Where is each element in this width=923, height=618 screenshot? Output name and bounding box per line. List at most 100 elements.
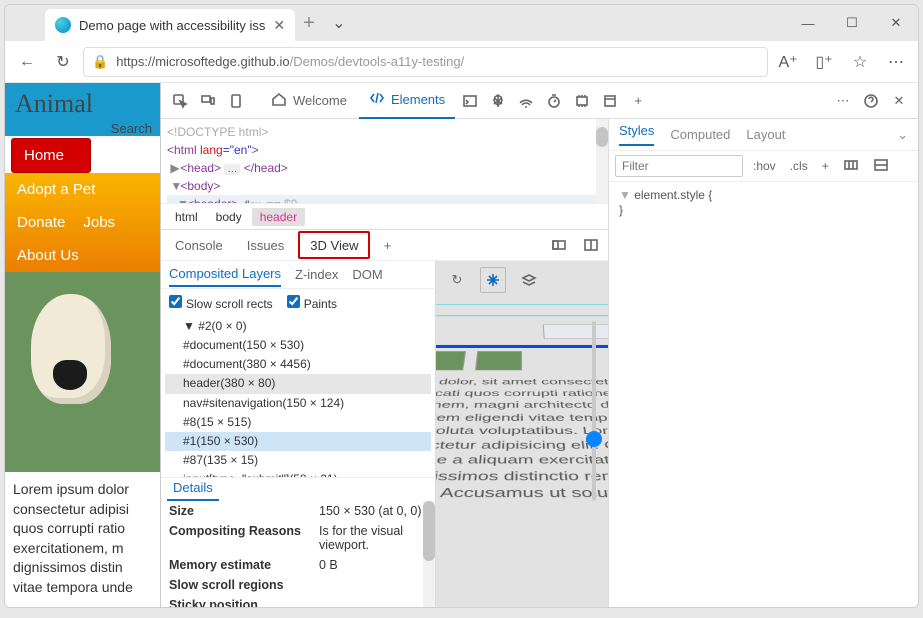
tab-layout[interactable]: Layout [746, 127, 785, 142]
edge-icon [55, 17, 71, 33]
collections-button[interactable]: ▯⁺ [808, 46, 840, 78]
breadcrumb: html body header [161, 203, 608, 229]
tab-add-button[interactable]: + [625, 88, 651, 114]
nav-jobs[interactable]: Jobs [83, 214, 115, 231]
subtab-zindex[interactable]: Z-index [295, 263, 338, 286]
devtools-close-button[interactable]: ✕ [886, 88, 912, 114]
tab-styles[interactable]: Styles [619, 123, 654, 146]
inspect-icon[interactable] [167, 88, 193, 114]
layer-row[interactable]: header(380 × 80) [165, 374, 431, 393]
nav-about[interactable]: About Us [5, 239, 160, 272]
minimize-button[interactable]: — [786, 7, 830, 39]
layer-row[interactable]: nav#sitenavigation(150 × 124) [165, 394, 431, 413]
back-button[interactable]: ← [11, 46, 43, 78]
subtab-dom[interactable]: DOM [352, 263, 382, 286]
zoom-slider-track[interactable] [592, 321, 596, 501]
url-input[interactable]: 🔒 https://microsoftedge.github.io/Demos/… [83, 47, 768, 77]
close-icon[interactable]: ✕ [273, 17, 285, 34]
new-rule-button[interactable]: + [818, 159, 833, 173]
3d-viewer[interactable]: ↻ Lorem ipsum dolor, sit [436, 261, 608, 607]
browser-window: Demo page with accessibility iss ✕ + ⌄ —… [4, 4, 919, 608]
devtools-panel: Welcome Elements + ⋯ ✕ [160, 83, 918, 607]
tab-console-icon[interactable] [457, 88, 483, 114]
dom-tree[interactable]: <!DOCTYPE html> <html lang="en"> ▶<head>… [161, 119, 608, 203]
address-bar: ← ↻ 🔒 https://microsoftedge.github.io/De… [5, 41, 918, 83]
window-controls: — ☐ ✕ [786, 7, 918, 39]
details-scrollbar[interactable] [423, 501, 435, 607]
new-tab-button[interactable]: + [295, 12, 323, 35]
search-label: Search [5, 121, 160, 136]
dom-scrollbar[interactable] [596, 119, 608, 203]
body-text: Lorem ipsum dolor consectetur adipisi qu… [5, 472, 160, 606]
nav-donate[interactable]: Donate [17, 214, 65, 231]
3d-mini-layer [543, 324, 608, 338]
layer-row[interactable]: #87(135 × 15) [165, 451, 431, 470]
layer-row[interactable]: ▼ #2(0 × 0) [165, 317, 431, 336]
layer-row[interactable]: #8(15 × 515) [165, 413, 431, 432]
styles-panel: Styles Computed Layout ⌄ :hov .cls + [608, 119, 918, 607]
more-tools-button[interactable]: ⋯ [830, 88, 856, 114]
nav-home[interactable]: Home [11, 138, 91, 173]
layer-row[interactable]: #1(150 × 530) [165, 432, 431, 451]
site-logo: Animal [5, 83, 160, 121]
nav-adopt[interactable]: Adopt a Pet [5, 173, 160, 206]
maximize-button[interactable]: ☐ [830, 7, 874, 39]
3d-page-text: Lorem ipsum dolor, sit amet consectetur … [436, 376, 608, 502]
url-host: https://microsoftedge.github.io [116, 54, 289, 69]
device-icon[interactable] [195, 88, 221, 114]
favorite-button[interactable]: ☆ [844, 46, 876, 78]
styles-filter-input[interactable] [615, 155, 743, 177]
tab-details[interactable]: Details [167, 478, 219, 501]
check-slow-scroll[interactable]: Slow scroll rects [169, 295, 273, 311]
drawer-3dview[interactable]: 3D View [298, 231, 370, 259]
grid-icon[interactable] [869, 157, 893, 176]
help-button[interactable] [858, 88, 884, 114]
check-paints[interactable]: Paints [287, 295, 337, 311]
nav-donate-row: Donate Jobs [5, 206, 160, 239]
tab-computed[interactable]: Computed [670, 127, 730, 142]
tab-welcome[interactable]: Welcome [261, 83, 357, 119]
lock-icon: 🔒 [92, 54, 108, 70]
tab-actions-button[interactable]: ⌄ [323, 7, 355, 39]
expand-icon[interactable] [578, 232, 604, 258]
devtools-main-tabs: Welcome Elements + ⋯ ✕ [161, 83, 918, 119]
home-icon [271, 91, 287, 110]
cls-toggle[interactable]: .cls [786, 159, 812, 173]
layers-panel: Composited Layers Z-index DOM Slow scrol… [161, 261, 436, 607]
layer-row[interactable]: #document(380 × 4456) [165, 355, 431, 374]
styles-code[interactable]: ▼ element.style { } [609, 182, 918, 224]
tab-elements[interactable]: Elements [359, 83, 455, 119]
layer-row[interactable]: #document(150 × 530) [165, 336, 431, 355]
more-button[interactable]: ⋯ [880, 46, 912, 78]
tab-network-icon[interactable] [513, 88, 539, 114]
layer-tree[interactable]: ▼ #2(0 × 0)#document(150 × 530)#document… [161, 317, 435, 477]
crumb-body[interactable]: body [208, 208, 250, 226]
webpage: Animal Search Home Adopt a Pet Donate Jo… [5, 83, 160, 607]
tab-application-icon[interactable] [597, 88, 623, 114]
crumb-html[interactable]: html [167, 208, 206, 226]
3d-highlight [436, 304, 608, 316]
responsive-icon[interactable] [223, 88, 249, 114]
hero-image [5, 272, 160, 472]
layer-row[interactable]: input[type="submit"](58 × 21) [165, 470, 431, 477]
browser-tab[interactable]: Demo page with accessibility iss ✕ [45, 9, 295, 41]
zoom-slider-thumb[interactable] [586, 431, 602, 447]
dock-icon[interactable] [546, 232, 572, 258]
flexbox-icon[interactable] [839, 157, 863, 176]
drawer-tabs: Console Issues 3D View + [161, 229, 608, 261]
refresh-button[interactable]: ↻ [47, 46, 79, 78]
tab-memory-icon[interactable] [569, 88, 595, 114]
tab-sources-icon[interactable] [485, 88, 511, 114]
subtab-composited[interactable]: Composited Layers [169, 262, 281, 287]
read-aloud-button[interactable]: A⁺ [772, 46, 804, 78]
hov-toggle[interactable]: :hov [749, 159, 780, 173]
drawer-issues[interactable]: Issues [237, 229, 295, 261]
site-nav: Home Adopt a Pet Donate Jobs About Us [5, 136, 160, 272]
chevron-down-icon[interactable]: ⌄ [897, 127, 908, 143]
tab-performance-icon[interactable] [541, 88, 567, 114]
drawer-add-button[interactable]: + [374, 232, 400, 258]
drawer-console[interactable]: Console [165, 229, 233, 261]
details-body: Size150 × 530 (at 0, 0) Compositing Reas… [161, 501, 435, 607]
crumb-header[interactable]: header [252, 208, 305, 226]
window-close-button[interactable]: ✕ [874, 7, 918, 39]
